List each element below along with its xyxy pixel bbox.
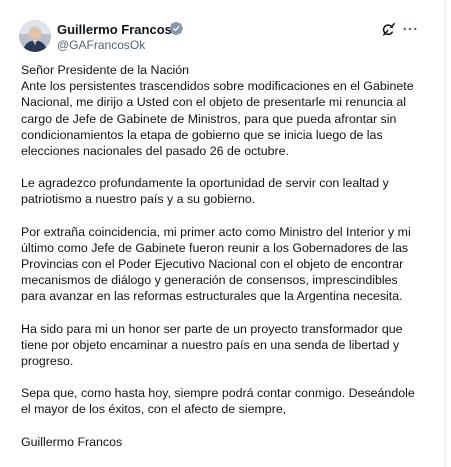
avatar-image bbox=[19, 20, 51, 52]
text-line: Señor Presidente de la Nación bbox=[21, 63, 190, 77]
grok-icon[interactable] bbox=[380, 20, 398, 38]
tweet-header: Guillermo Francos @GAFrancosOk bbox=[19, 20, 419, 56]
signature: Guillermo Francos bbox=[21, 434, 123, 449]
tweet-text: Señor Presidente de la Nación Ante los p… bbox=[21, 62, 421, 450]
text-line: Sepa que, como hasta hoy, siempre podrá … bbox=[21, 386, 415, 401]
text-line: último como Jefe de Gabinete fueron reun… bbox=[21, 240, 409, 255]
text-line: Por extraña coincidencia, mi primer acto… bbox=[21, 224, 411, 239]
divider bbox=[445, 0, 451, 467]
text-line: condicionamientos la etapa de gobierno q… bbox=[21, 127, 383, 142]
avatar[interactable] bbox=[19, 20, 51, 52]
text-line: para avanzar en las reformas estructural… bbox=[21, 289, 403, 304]
tweet-card: Guillermo Francos @GAFrancosOk Señor Pre… bbox=[0, 0, 446, 467]
text-line: mecanismos de diálogo y generación de co… bbox=[21, 273, 398, 288]
text-line: Ha sido para mi un honor ser parte de un… bbox=[21, 321, 403, 336]
text-line: Nacional, me dirijo a Usted con el objet… bbox=[21, 95, 407, 110]
author-name[interactable]: Guillermo Francos bbox=[57, 22, 172, 37]
text-line: progreso. bbox=[21, 354, 74, 369]
text-line: Ante los persistentes trascendidos sobre… bbox=[21, 79, 414, 94]
more-options-icon[interactable] bbox=[401, 20, 419, 38]
text-line: elecciones nacionales del pasado 26 de o… bbox=[21, 144, 289, 159]
text-line: el mayor de los éxitos, con el afecto de… bbox=[21, 402, 287, 417]
author-handle[interactable]: @GAFrancosOk bbox=[57, 38, 145, 52]
text-line: Provincias con el Poder Ejecutivo Nacion… bbox=[21, 257, 404, 272]
text-line: cargo de Jefe de Gabinete de Ministros, … bbox=[21, 111, 397, 126]
text-line: tiene por objeto encaminar a nuestro paí… bbox=[21, 337, 400, 352]
text-line: Le agradezco profundamente la oportunida… bbox=[21, 176, 389, 191]
text-line: patriotismo a nuestro país y a su gobier… bbox=[21, 192, 256, 207]
verified-badge-icon bbox=[169, 21, 183, 36]
